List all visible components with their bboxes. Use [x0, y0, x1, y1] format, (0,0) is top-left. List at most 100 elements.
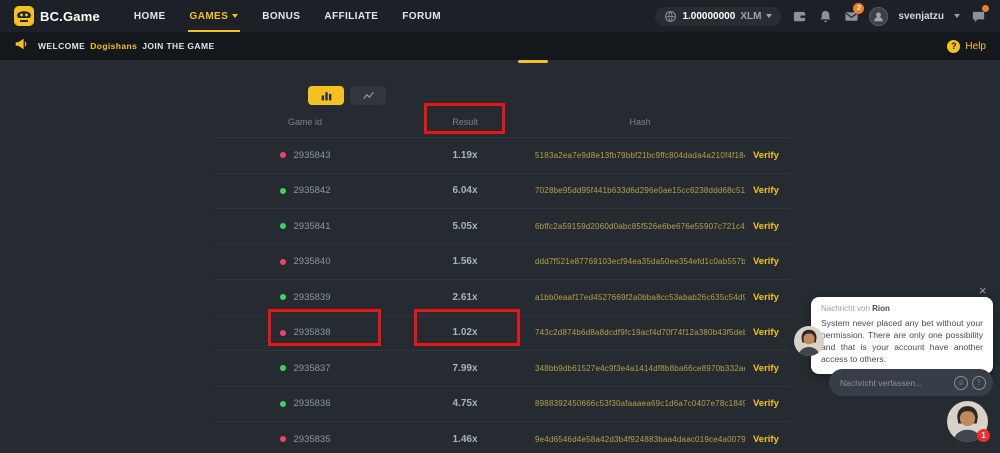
- verify-button[interactable]: Verify: [745, 363, 791, 374]
- chevron-down-icon[interactable]: [954, 14, 960, 18]
- game-id-cell: 2935840: [215, 256, 395, 267]
- chevron-down-icon: [766, 14, 772, 18]
- row-game-id: 2935840: [294, 256, 331, 267]
- balance-amount: 1.00000000: [682, 11, 735, 22]
- status-dot: [280, 365, 286, 371]
- trend-toggle-button[interactable]: [350, 86, 386, 105]
- bc-game-logo[interactable]: BC.Game: [14, 6, 100, 26]
- col-header-game-id: Game id: [215, 117, 395, 127]
- chat-message-card: Nachricht von Rion System never placed a…: [811, 297, 993, 374]
- row-game-id: 2935838: [294, 327, 331, 338]
- row-hash: 9e4d6546d4e58a42d3b4f924883baa4daac019ce…: [535, 435, 745, 444]
- row-result: 1.46x: [395, 434, 535, 445]
- help-button[interactable]: ? Help: [947, 40, 986, 53]
- col-header-result: Result: [395, 117, 535, 127]
- table-header: Game id Result Hash: [215, 106, 791, 138]
- game-id-cell: 2935842: [215, 185, 395, 196]
- nav-item-home[interactable]: HOME: [134, 0, 166, 32]
- tab-indicator: [518, 60, 548, 63]
- mail-icon[interactable]: 2: [843, 8, 859, 24]
- table-row: 2935839 2.61x a1bb0eaaf17ed4527669f2a0bb…: [215, 280, 791, 316]
- mail-badge: 2: [853, 3, 864, 14]
- bell-icon[interactable]: [817, 8, 833, 24]
- row-game-id: 2935839: [294, 292, 331, 303]
- close-icon[interactable]: ×: [979, 284, 987, 297]
- chat-sender-name: Rion: [872, 304, 890, 313]
- view-toggle-group: [308, 86, 386, 105]
- row-result: 4.75x: [395, 398, 535, 409]
- announcement-text: WELCOME Dogishans JOIN THE GAME: [38, 41, 215, 51]
- verify-button[interactable]: Verify: [745, 256, 791, 267]
- chat-notification-dot: [982, 5, 989, 12]
- row-game-id: 2935836: [294, 398, 331, 409]
- game-id-cell: 2935839: [215, 292, 395, 303]
- verify-button[interactable]: Verify: [745, 398, 791, 409]
- my-bets-toggle-button[interactable]: [308, 86, 344, 105]
- nav-item-affiliate[interactable]: AFFILIATE: [324, 0, 378, 32]
- verify-button[interactable]: Verify: [745, 434, 791, 445]
- status-dot: [280, 436, 286, 442]
- verify-button[interactable]: Verify: [745, 327, 791, 338]
- chevron-down-icon: [232, 14, 238, 18]
- verify-button[interactable]: Verify: [745, 185, 791, 196]
- verify-button[interactable]: Verify: [745, 292, 791, 303]
- status-dot: [280, 152, 286, 158]
- trend-line-icon: [362, 89, 375, 102]
- emoji-icon[interactable]: ☺: [954, 376, 968, 390]
- table-row: 2935841 5.05x 6bffc2a59159d2060d0abc85f5…: [215, 209, 791, 245]
- row-game-id: 2935842: [294, 185, 331, 196]
- row-hash: 6bffc2a59159d2060d0abc85f526e6be676e5590…: [535, 222, 745, 231]
- announcement-suffix: JOIN THE GAME: [142, 41, 214, 51]
- game-id-cell: 2935837: [215, 363, 395, 374]
- balance-selector[interactable]: 1.00000000 XLM: [655, 7, 781, 26]
- game-id-cell: 2935835: [215, 434, 395, 445]
- status-dot: [280, 294, 286, 300]
- wallet-icon[interactable]: [791, 8, 807, 24]
- row-game-id: 2935835: [294, 434, 331, 445]
- chat-message-input[interactable]: [840, 378, 950, 388]
- page: BC.Game HOME GAMES BONUS AFFILIATE FORUM 1.0…: [0, 0, 1000, 453]
- user-avatar[interactable]: [869, 7, 888, 26]
- username[interactable]: svenjatzu: [898, 11, 944, 22]
- chat-launcher-avatar[interactable]: 1: [947, 401, 988, 442]
- row-hash: 743c2d874b6d8a8dcdf9fc19acf4d70f74f12a38…: [535, 328, 745, 337]
- row-hash: 5183a2ea7e9d8e13fb79bbf21bc9ffc804dada4a…: [535, 151, 745, 160]
- status-dot: [280, 223, 286, 229]
- row-result: 6.04x: [395, 185, 535, 196]
- game-history-table: Game id Result Hash 2935843 1.19x 5183a2…: [215, 106, 791, 453]
- row-result: 5.05x: [395, 221, 535, 232]
- chat-message-text: System never placed any bet without your…: [821, 317, 983, 365]
- bar-chart-icon: [320, 89, 333, 102]
- table-row: 2935842 6.04x 7028be95dd95f441b633d6d296…: [215, 174, 791, 210]
- chat-header-prefix: Nachricht von: [821, 304, 870, 313]
- chat-icon[interactable]: [970, 8, 986, 24]
- nav-item-forum[interactable]: FORUM: [402, 0, 441, 32]
- verify-button[interactable]: Verify: [745, 150, 791, 161]
- bc-logo-icon: [14, 6, 34, 26]
- info-icon[interactable]: !: [972, 376, 986, 390]
- question-mark-icon: ?: [947, 40, 960, 53]
- row-game-id: 2935841: [294, 221, 331, 232]
- verify-button[interactable]: Verify: [745, 221, 791, 232]
- chat-message-header: Nachricht von Rion: [821, 304, 983, 313]
- topbar: BC.Game HOME GAMES BONUS AFFILIATE FORUM 1.0…: [0, 0, 1000, 32]
- game-id-cell: 2935841: [215, 221, 395, 232]
- megaphone-icon: [14, 37, 28, 56]
- announcement-username[interactable]: Dogishans: [90, 41, 137, 51]
- game-id-cell: 2935836: [215, 398, 395, 409]
- nav-item-bonus[interactable]: BONUS: [262, 0, 300, 32]
- row-result: 1.02x: [395, 327, 535, 338]
- table-row: 2935840 1.56x ddd7f521e87769103ecf94ea35…: [215, 245, 791, 281]
- nav-item-games[interactable]: GAMES: [190, 0, 239, 32]
- main-nav: HOME GAMES BONUS AFFILIATE FORUM: [134, 0, 441, 32]
- chat-input-bar: ☺ !: [829, 369, 993, 396]
- announcement-prefix: WELCOME: [38, 41, 85, 51]
- status-dot: [280, 188, 286, 194]
- row-hash: 8988392450666c53f30afaaaea69c1d6a7c0407e…: [535, 399, 745, 408]
- col-header-hash: Hash: [535, 117, 745, 127]
- table-row: 2935836 4.75x 8988392450666c53f30afaaaea…: [215, 387, 791, 423]
- status-dot: [280, 259, 286, 265]
- table-body: 2935843 1.19x 5183a2ea7e9d8e13fb79bbf21b…: [215, 138, 791, 453]
- row-game-id: 2935837: [294, 363, 331, 374]
- table-row: 2935843 1.19x 5183a2ea7e9d8e13fb79bbf21b…: [215, 138, 791, 174]
